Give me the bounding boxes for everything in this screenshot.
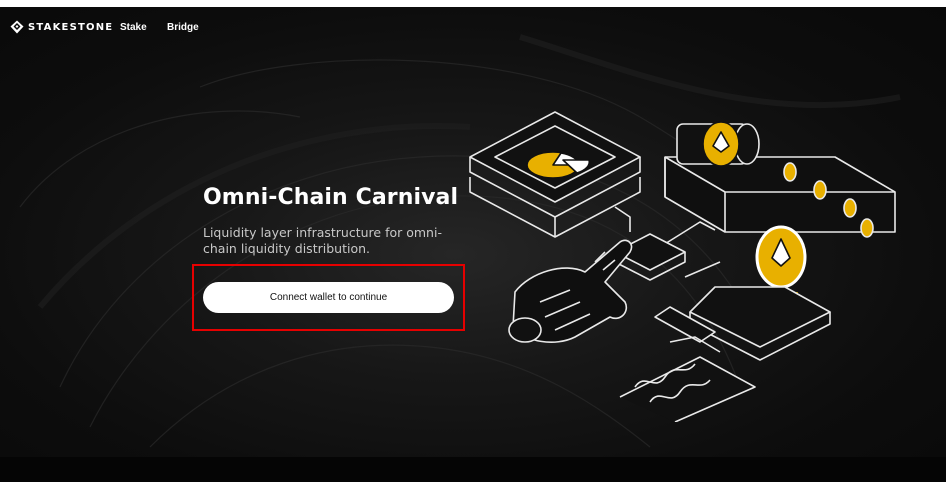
- stakestone-logo-icon: [10, 20, 24, 34]
- robot-hand: [508, 239, 633, 343]
- stakestone-logo[interactable]: STAKESTONE: [10, 20, 113, 34]
- bottom-edge: [0, 457, 946, 482]
- hero-subtitle: Liquidity layer infrastructure for omni-…: [203, 225, 442, 256]
- top-edge: [0, 0, 946, 7]
- connect-wallet-button[interactable]: Connect wallet to continue: [203, 282, 454, 313]
- nav-link-stake[interactable]: Stake: [120, 22, 147, 33]
- hero-background: STAKESTONE Stake Bridge Omni-Chain Carni…: [0, 7, 946, 457]
- base-platform: [689, 286, 831, 361]
- vault-machine: [664, 121, 896, 238]
- nav-link-bridge[interactable]: Bridge: [167, 22, 199, 33]
- hero-title: Omni-Chain Carnival: [203, 185, 459, 210]
- top-nav: STAKESTONE Stake Bridge: [10, 19, 199, 35]
- hero-illustration: [469, 111, 896, 422]
- logo-text: STAKESTONE: [28, 21, 114, 33]
